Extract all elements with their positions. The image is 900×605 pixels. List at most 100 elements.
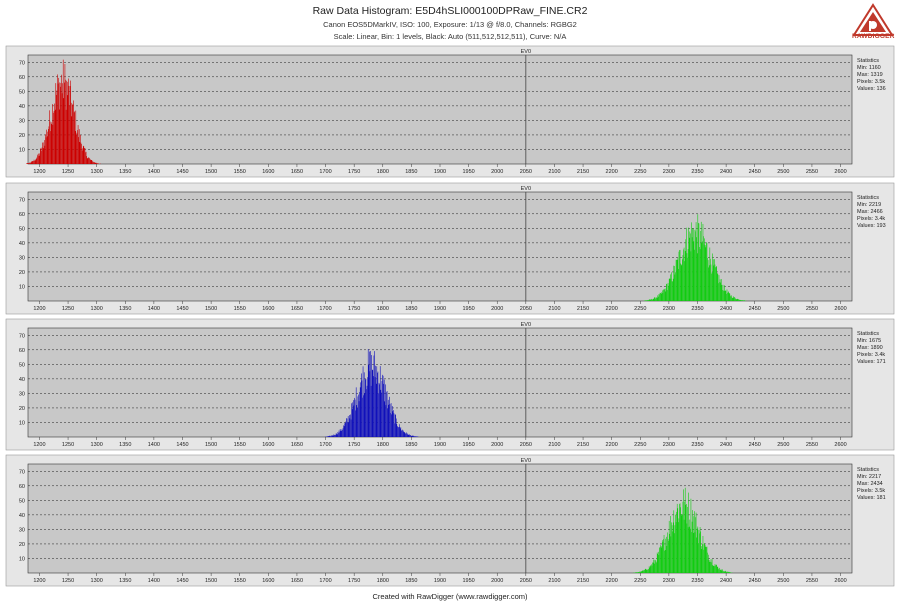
histogram-bar [651,299,653,301]
histogram-bar [720,569,721,573]
statistics-max: Max: 1319 [857,72,883,78]
histogram-bar [674,274,676,301]
histogram-bar [76,132,78,164]
y-tick-label: 40 [19,104,25,110]
x-tick-label: 1950 [462,306,474,312]
statistics-pixels: Pixels: 3.5k [857,488,885,494]
histogram-bar [735,299,737,301]
histogram-bar [650,299,651,301]
histogram-bar [32,161,34,164]
histogram-bar [727,571,728,573]
histogram-bar [723,290,724,301]
histogram-bar [52,104,53,164]
x-tick-label: 2250 [634,306,646,312]
statistics-values: Values: 181 [857,495,886,501]
x-tick-label: 2550 [806,169,818,175]
histogram-bar [330,435,332,437]
histogram-bar [357,407,358,437]
histogram-bar [700,546,702,573]
histogram-bar [692,228,694,301]
x-tick-label: 2200 [606,306,618,312]
histogram-bar [699,533,700,573]
x-tick-label: 1550 [234,578,246,584]
histogram-bar [79,141,81,164]
x-tick-label: 1900 [434,306,446,312]
x-tick-label: 1800 [377,578,389,584]
histogram-bar [366,389,367,437]
histogram-bar [728,292,730,301]
x-tick-label: 1550 [234,306,246,312]
histogram-bar [710,258,711,301]
histogram-bar [684,251,686,301]
histogram-bar [400,427,402,437]
histogram-bar [651,298,652,301]
histogram-bar [678,251,680,301]
histogram-bar [66,81,68,164]
histogram-bar [411,435,412,437]
x-tick-label: 1250 [62,306,74,312]
histogram-bar [657,553,659,573]
histogram-bar [698,543,699,573]
x-tick-label: 1850 [405,306,417,312]
x-tick-label: 2350 [691,442,703,448]
plot-area [27,191,853,302]
histogram-bar [709,247,711,301]
histogram-bar [653,559,655,573]
histogram-bar [344,423,346,437]
x-tick-label: 1400 [148,442,160,448]
histogram-bar [700,221,702,301]
histogram-bar [711,559,713,573]
histogram-bar [702,535,704,573]
histogram-bar [650,565,651,573]
histogram-bar [72,103,74,164]
histogram-bar [335,434,336,437]
histogram-bar [380,389,382,437]
histogram-bar [62,59,64,164]
histogram-bar [644,300,645,301]
histogram-bar [714,259,715,301]
histogram-bar [722,570,724,573]
histogram-bar [331,435,332,437]
histogram-bar [349,418,351,437]
x-tick-label: 1850 [405,442,417,448]
x-tick-label: 2050 [520,578,532,584]
histogram-bar [698,529,700,573]
histogram-bar [389,396,390,437]
histogram-bar [338,432,339,437]
histogram-bar [29,162,30,164]
histogram-bar [672,278,674,301]
histogram-bar [387,399,389,437]
histogram-bar [362,397,363,437]
histogram-bar [696,537,697,573]
statistics-min: Min: 2217 [857,474,881,480]
histogram-bar [56,90,58,164]
histogram-bar [643,570,644,573]
histogram-bar [688,492,689,573]
histogram-bar [708,554,709,573]
histogram-bar [357,396,359,437]
histogram-bar [412,435,414,437]
histogram-bar [38,155,40,164]
x-tick-label: 2300 [663,306,675,312]
histogram-bar [716,273,718,301]
histogram-bar [78,129,80,164]
statistics-max: Max: 1890 [857,345,883,351]
histogram-bar [687,527,689,573]
histogram-bar [713,265,715,301]
histogram-bar [656,297,658,301]
histogram-bar [664,550,665,573]
histogram-bar [359,391,360,437]
histogram-bar [409,435,411,437]
histogram-bar [393,413,395,437]
histogram-bar [94,162,95,164]
histogram-bar [92,160,93,164]
histogram-bar [703,236,704,301]
histogram-bar [728,572,729,573]
histogram-bar [372,370,374,437]
histogram-bar [639,571,641,573]
histogram-bar [716,266,717,301]
histogram-bar [411,435,413,437]
x-tick-label: 2350 [691,306,703,312]
histogram-bar [342,429,343,437]
plot-area [27,463,853,574]
